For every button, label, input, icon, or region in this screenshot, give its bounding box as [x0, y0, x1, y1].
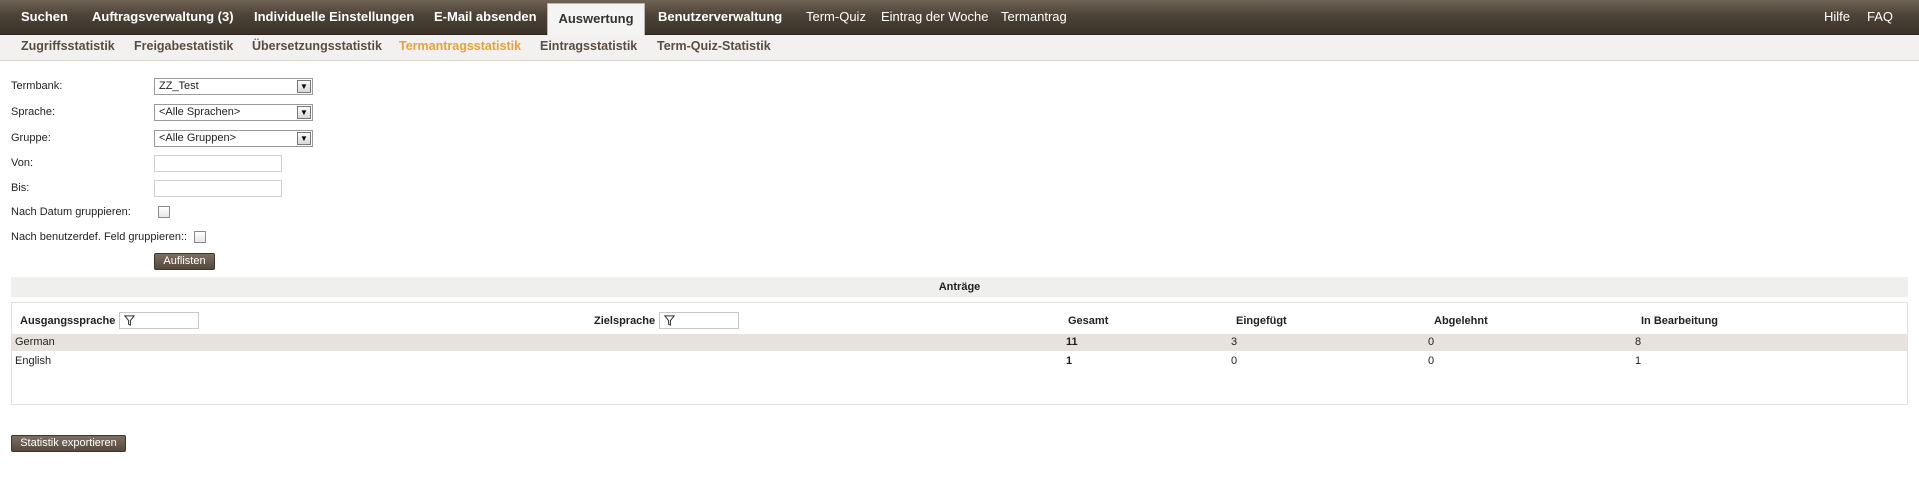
- nach-datum-checkbox[interactable]: [158, 206, 170, 218]
- nav-faq[interactable]: FAQ: [1867, 0, 1893, 34]
- filter-icon: [664, 315, 675, 326]
- bis-label: Bis:: [11, 182, 30, 194]
- main-navigation: Suchen Auftragsverwaltung (3) Individuel…: [0, 0, 1919, 35]
- statistik-exportieren-button[interactable]: Statistik exportieren: [11, 435, 126, 452]
- cell-source: German: [15, 336, 55, 348]
- nav-benutzerverwaltung[interactable]: Benutzerverwaltung: [658, 0, 782, 34]
- gruppe-select[interactable]: <Alle Gruppen> ▼: [154, 130, 313, 147]
- filter-icon: [124, 315, 135, 326]
- subnav-uebersetzungsstatistik[interactable]: Übersetzungsstatistik: [252, 35, 382, 60]
- subnav-zugriffsstatistik[interactable]: Zugriffsstatistik: [21, 35, 115, 60]
- nav-termantrag[interactable]: Termantrag: [1001, 0, 1067, 34]
- sub-navigation: Zugriffsstatistik Freigabestatistik Über…: [0, 35, 1919, 61]
- subnav-term-quiz-statistik[interactable]: Term-Quiz-Statistik: [657, 35, 771, 60]
- cell-in-progress[interactable]: 8: [1635, 334, 1641, 351]
- gruppe-label: Gruppe:: [11, 132, 51, 144]
- col-ausgangssprache: Ausgangssprache: [20, 315, 116, 327]
- nav-suchen[interactable]: Suchen: [21, 0, 68, 34]
- cell-total[interactable]: 11: [1066, 334, 1078, 351]
- nav-hilfe[interactable]: Hilfe: [1824, 0, 1850, 34]
- subnav-termantragsstatistik[interactable]: Termantragsstatistik: [399, 35, 521, 60]
- ausgangssprache-filter-input[interactable]: [119, 312, 199, 329]
- col-gesamt: Gesamt: [1068, 315, 1109, 327]
- nav-term-quiz[interactable]: Term-Quiz: [806, 0, 866, 34]
- bis-date-input[interactable]: [154, 180, 282, 197]
- auflisten-button[interactable]: Auflisten: [154, 253, 215, 270]
- chevron-down-icon[interactable]: ▼: [297, 80, 311, 93]
- chevron-down-icon[interactable]: ▼: [297, 132, 311, 145]
- table-row[interactable]: German 11 3 0 8: [12, 334, 1907, 351]
- col-abgelehnt: Abgelehnt: [1434, 315, 1488, 327]
- termbank-label: Termbank:: [11, 80, 63, 92]
- nav-auswertung[interactable]: Auswertung: [547, 3, 645, 35]
- sprache-value: <Alle Sprachen>: [159, 106, 241, 118]
- cell-rejected[interactable]: 0: [1428, 334, 1434, 351]
- results-title: Anträge: [11, 277, 1908, 297]
- nav-individuelle-einstellungen[interactable]: Individuelle Einstellungen: [254, 0, 414, 34]
- nav-email-absenden[interactable]: E-Mail absenden: [434, 0, 537, 34]
- nach-datum-label: Nach Datum gruppieren:: [11, 206, 131, 218]
- subnav-eintragsstatistik[interactable]: Eintragsstatistik: [540, 35, 637, 60]
- cell-source: English: [15, 355, 52, 367]
- termbank-value: ZZ_Test: [159, 80, 199, 92]
- col-eingefuegt: Eingefügt: [1236, 315, 1287, 327]
- termbank-select[interactable]: ZZ_Test ▼: [154, 78, 313, 95]
- chevron-down-icon[interactable]: ▼: [297, 106, 311, 119]
- sprache-label: Sprache:: [11, 106, 56, 118]
- cell-inserted[interactable]: 0: [1231, 353, 1237, 370]
- col-zielsprache: Zielsprache: [594, 315, 656, 327]
- zielsprache-filter-input[interactable]: [659, 312, 739, 329]
- cell-in-progress[interactable]: 1: [1635, 353, 1641, 370]
- nach-feld-checkbox[interactable]: [194, 231, 206, 243]
- nav-eintrag-der-woche[interactable]: Eintrag der Woche: [881, 0, 988, 34]
- cell-total[interactable]: 1: [1066, 353, 1072, 370]
- cell-rejected[interactable]: 0: [1428, 353, 1434, 370]
- von-date-input[interactable]: [154, 155, 282, 172]
- table-row[interactable]: English 1 0 0 1: [12, 353, 1907, 370]
- sprache-select[interactable]: <Alle Sprachen> ▼: [154, 104, 313, 121]
- nav-auftragsverwaltung[interactable]: Auftragsverwaltung (3): [92, 0, 234, 34]
- cell-inserted[interactable]: 3: [1231, 334, 1237, 351]
- nach-feld-label: Nach benutzerdef. Feld gruppieren::: [11, 231, 188, 243]
- gruppe-value: <Alle Gruppen>: [159, 132, 237, 144]
- subnav-freigabestatistik[interactable]: Freigabestatistik: [134, 35, 233, 60]
- von-label: Von:: [11, 157, 34, 169]
- col-in-bearbeitung: In Bearbeitung: [1641, 315, 1719, 327]
